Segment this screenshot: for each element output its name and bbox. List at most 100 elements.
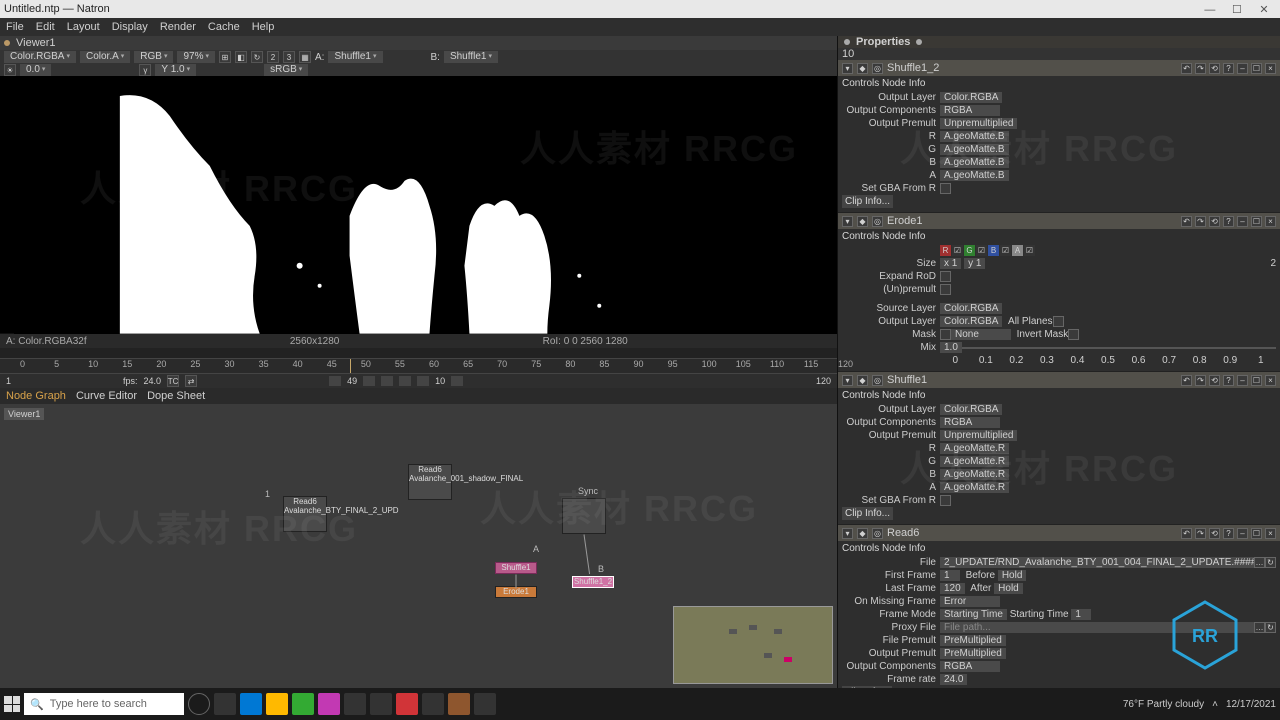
undo-icon[interactable]: ↶ bbox=[1181, 63, 1192, 74]
redo-icon[interactable]: ↷ bbox=[1195, 216, 1206, 227]
gamma-icon[interactable]: γ bbox=[139, 64, 151, 76]
property-value[interactable]: RGBA bbox=[940, 417, 1000, 428]
menu-cache[interactable]: Cache bbox=[208, 21, 240, 33]
help-icon[interactable]: ? bbox=[1223, 63, 1234, 74]
minimap[interactable] bbox=[673, 606, 833, 684]
channel-g[interactable]: G bbox=[964, 245, 975, 256]
tray-chevron-icon[interactable]: ˄ bbox=[1212, 699, 1218, 710]
app-icon[interactable] bbox=[448, 693, 470, 715]
center-icon[interactable]: ◎ bbox=[872, 528, 883, 539]
clip-info-button[interactable]: Clip Info... bbox=[842, 507, 893, 520]
cortana-icon[interactable] bbox=[188, 693, 210, 715]
checkbox[interactable] bbox=[940, 329, 951, 340]
weather-widget[interactable]: 76°F Partly cloudy bbox=[1123, 699, 1204, 710]
min-icon[interactable]: – bbox=[1237, 216, 1248, 227]
taskbar-search[interactable]: 🔍 Type here to search bbox=[24, 693, 184, 715]
node-shuffle1[interactable]: Shuffle1 bbox=[495, 562, 537, 574]
wipe-b-dropdown[interactable]: Shuffle1 bbox=[444, 51, 498, 63]
panel-section[interactable]: Controls Node Info bbox=[838, 76, 1280, 89]
play-fwd-icon[interactable] bbox=[399, 376, 411, 386]
app-icon[interactable] bbox=[318, 693, 340, 715]
loop-icon[interactable]: TC bbox=[167, 375, 179, 387]
undo-icon[interactable]: ↶ bbox=[1181, 216, 1192, 227]
playhead[interactable] bbox=[350, 359, 351, 373]
taskview-icon[interactable] bbox=[214, 693, 236, 715]
panel-header[interactable]: ▾◆◎Read6↶↷⟲?–☐× bbox=[838, 525, 1280, 541]
next-key-icon[interactable] bbox=[417, 376, 429, 386]
reset-icon[interactable]: ⟲ bbox=[1209, 216, 1220, 227]
wipe-icon[interactable]: ▦ bbox=[299, 51, 311, 63]
node-shuffle1-2[interactable]: Shuffle1_2 bbox=[572, 576, 614, 588]
gain-icon[interactable]: ☀ bbox=[4, 64, 16, 76]
redo-icon[interactable]: ↷ bbox=[1195, 375, 1206, 386]
node-color-icon[interactable]: ◆ bbox=[857, 375, 868, 386]
property-value[interactable]: Unpremultiplied bbox=[940, 430, 1017, 441]
file-browse-icon[interactable]: … bbox=[1254, 557, 1265, 568]
property-value[interactable]: A.geoMatte.B bbox=[940, 144, 1009, 155]
redo-icon[interactable]: ↷ bbox=[1195, 528, 1206, 539]
checkbox[interactable] bbox=[940, 284, 951, 295]
wipe-a-dropdown[interactable]: Shuffle1 bbox=[328, 51, 382, 63]
float-icon[interactable]: ☐ bbox=[1251, 375, 1262, 386]
channel-r[interactable]: R bbox=[940, 245, 951, 256]
reset-icon[interactable]: ⟲ bbox=[1209, 63, 1220, 74]
menu-edit[interactable]: Edit bbox=[36, 21, 55, 33]
play-back-icon[interactable] bbox=[381, 376, 393, 386]
channels-dropdown[interactable]: RGB bbox=[134, 51, 173, 63]
channel-a[interactable]: A bbox=[1012, 245, 1023, 256]
pause-icon[interactable]: 2 bbox=[267, 51, 279, 63]
close-panel-icon[interactable]: × bbox=[1265, 528, 1276, 539]
collapse-icon[interactable]: ▾ bbox=[842, 375, 853, 386]
panel-header[interactable]: ▾◆◎Shuffle1↶↷⟲?–☐× bbox=[838, 372, 1280, 388]
menu-file[interactable]: File bbox=[6, 21, 24, 33]
layer-b-dropdown[interactable]: Color.A bbox=[80, 51, 130, 63]
help-icon[interactable]: ? bbox=[1223, 528, 1234, 539]
clip-info-button[interactable]: Clip Info... bbox=[842, 195, 893, 208]
app-icon[interactable] bbox=[396, 693, 418, 715]
close-button[interactable]: ✕ bbox=[1252, 3, 1276, 16]
render-icon[interactable]: ↻ bbox=[251, 51, 263, 63]
menu-display[interactable]: Display bbox=[112, 21, 148, 33]
app-icon[interactable] bbox=[344, 693, 366, 715]
system-tray[interactable]: 76°F Partly cloudy ˄ 12/17/2021 bbox=[1123, 699, 1276, 710]
property-value[interactable]: Unpremultiplied bbox=[940, 118, 1017, 129]
center-icon[interactable]: ◎ bbox=[872, 63, 883, 74]
checkbox[interactable] bbox=[940, 183, 951, 194]
property-value[interactable]: A.geoMatte.R bbox=[940, 456, 1009, 467]
node-read-a[interactable]: Read6 Avalanche_BTY_FINAL_2_UPD bbox=[283, 496, 327, 532]
checkbox[interactable] bbox=[940, 495, 951, 506]
fps-value[interactable]: 24.0 bbox=[144, 376, 162, 386]
clock[interactable]: 12/17/2021 bbox=[1226, 699, 1276, 710]
help-icon[interactable]: ? bbox=[1223, 216, 1234, 227]
min-icon[interactable]: – bbox=[1237, 375, 1248, 386]
channel-b[interactable]: B bbox=[988, 245, 999, 256]
checkbox[interactable] bbox=[940, 271, 951, 282]
panel-header[interactable]: ▾◆◎Shuffle1_2↶↷⟲?–☐× bbox=[838, 60, 1280, 76]
property-value[interactable]: A.geoMatte.R bbox=[940, 482, 1009, 493]
app-icon[interactable] bbox=[292, 693, 314, 715]
layer-a-dropdown[interactable]: Color.RGBA bbox=[4, 51, 76, 63]
viewport[interactable] bbox=[0, 76, 837, 334]
checkbox[interactable] bbox=[1068, 329, 1079, 340]
gamma-field[interactable]: Y 1.0 bbox=[155, 64, 196, 76]
last-frame-icon[interactable] bbox=[451, 376, 463, 386]
property-value[interactable]: RGBA bbox=[940, 105, 1000, 116]
app-icon[interactable] bbox=[370, 693, 392, 715]
collapse-icon[interactable]: ▾ bbox=[842, 528, 853, 539]
collapse-icon[interactable]: ▾ bbox=[842, 216, 853, 227]
reset-icon[interactable]: ⟲ bbox=[1209, 528, 1220, 539]
tab-curve-editor[interactable]: Curve Editor bbox=[76, 390, 137, 402]
lut-dropdown[interactable]: sRGB bbox=[264, 64, 308, 76]
viewer-tab-label[interactable]: Viewer1 bbox=[16, 37, 56, 49]
frame-out[interactable]: 120 bbox=[816, 376, 831, 386]
app-icon[interactable] bbox=[240, 693, 262, 715]
undo-icon[interactable]: ↶ bbox=[1181, 528, 1192, 539]
panel-section[interactable]: Controls Node Info bbox=[838, 388, 1280, 401]
center-icon[interactable]: ◎ bbox=[872, 375, 883, 386]
property-value[interactable]: A.geoMatte.B bbox=[940, 170, 1009, 181]
menu-layout[interactable]: Layout bbox=[67, 21, 100, 33]
property-value[interactable]: A.geoMatte.R bbox=[940, 443, 1009, 454]
node-read-sync[interactable] bbox=[562, 498, 606, 534]
float-icon[interactable]: ☐ bbox=[1251, 216, 1262, 227]
minimize-button[interactable]: — bbox=[1198, 4, 1222, 16]
